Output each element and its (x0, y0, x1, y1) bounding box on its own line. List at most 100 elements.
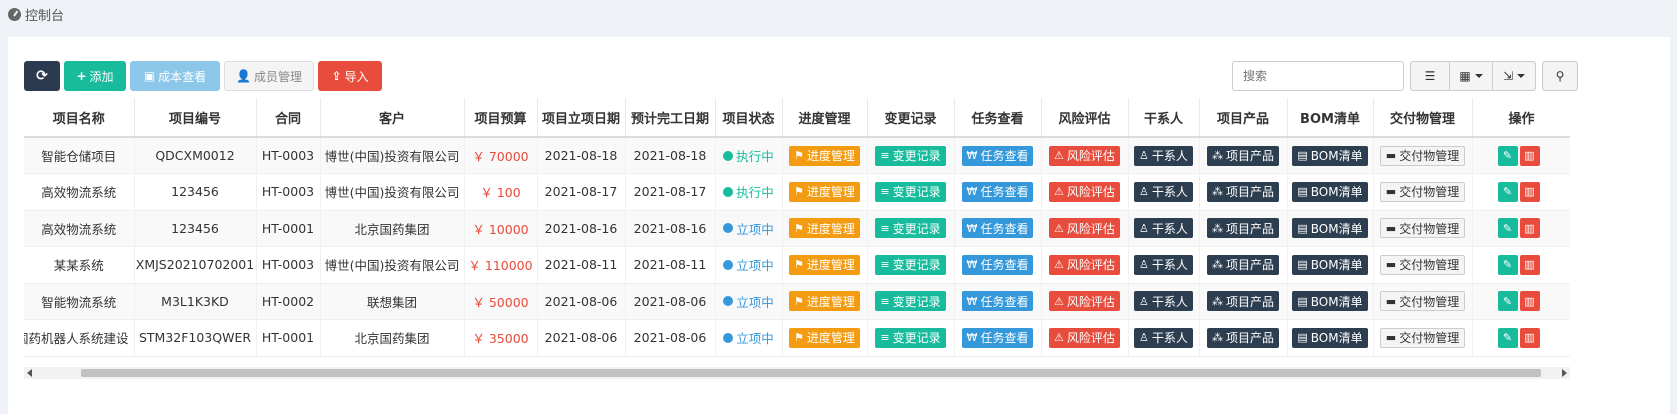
column-header[interactable]: 项目状态 (715, 98, 783, 138)
risk-assess-button[interactable]: ⚠ 风险评估 (1049, 145, 1120, 166)
column-header[interactable]: 项目预算 (464, 98, 538, 138)
risk-assess-button[interactable]: ⚠ 风险评估 (1049, 218, 1120, 239)
column-header[interactable]: 预计完工日期 (625, 98, 716, 138)
project-product-button[interactable]: ⁂ 项目产品 (1206, 218, 1279, 239)
horizontal-scrollbar[interactable] (24, 367, 1570, 379)
delete-button[interactable]: ▥ (1519, 181, 1540, 202)
progress-manage-button[interactable]: ⚑ 进度管理 (789, 181, 860, 202)
delivery-manage-button[interactable]: ▬ 交付物管理 (1379, 218, 1466, 239)
delete-button[interactable]: ▥ (1519, 291, 1540, 312)
column-header[interactable]: 项目立项日期 (537, 98, 626, 138)
member-manage-button[interactable]: 👤 成员管理 (224, 61, 314, 91)
stakeholder-button[interactable]: ♙ 干系人 (1134, 327, 1193, 348)
risk-assess-button[interactable]: ⚠ 风险评估 (1049, 291, 1120, 312)
flag-icon: ⚑ (794, 185, 804, 199)
add-button[interactable]: + 添加 (64, 61, 126, 91)
delete-button[interactable]: ▥ (1519, 218, 1540, 239)
delivery-manage-button[interactable]: ▬ 交付物管理 (1379, 145, 1466, 166)
import-button[interactable]: ⇪ 导入 (318, 61, 382, 91)
refresh-button[interactable]: ⟳ (24, 61, 60, 91)
bom-list-button[interactable]: ▤ BOM清单 (1292, 181, 1368, 202)
project-product-button[interactable]: ⁂ 项目产品 (1206, 327, 1279, 348)
column-header[interactable]: 干系人 (1128, 98, 1200, 138)
column-header[interactable]: BOM清单 (1287, 98, 1374, 138)
change-record-button[interactable]: ≡ 变更记录 (875, 145, 946, 166)
bom-list-button[interactable]: ▤ BOM清单 (1292, 145, 1368, 166)
table-row[interactable]: 国药机器人系统建设 STM32F103QWER HT-0001 北京国药集团 ￥ 350… (24, 319, 1570, 357)
task-view-button[interactable]: ₩ 任务查看 (961, 291, 1034, 312)
progress-manage-button[interactable]: ⚑ 进度管理 (789, 254, 860, 275)
edit-button[interactable]: ✎ (1497, 254, 1518, 275)
change-record-button[interactable]: ≡ 变更记录 (875, 254, 946, 275)
change-record-button[interactable]: ≡ 变更记录 (875, 181, 946, 202)
delivery-manage-button[interactable]: ▬ 交付物管理 (1379, 254, 1466, 275)
task-view-button[interactable]: ₩ 任务查看 (961, 145, 1034, 166)
risk-assess-button[interactable]: ⚠ 风险评估 (1049, 327, 1120, 348)
column-header[interactable]: 交付物管理 (1373, 98, 1473, 138)
risk-assess-button[interactable]: ⚠ 风险评估 (1049, 181, 1120, 202)
task-view-button[interactable]: ₩ 任务查看 (961, 181, 1034, 202)
advanced-search-button[interactable]: ⚲ (1542, 61, 1578, 91)
change-record-button[interactable]: ≡ 变更记录 (875, 291, 946, 312)
bom-list-button[interactable]: ▤ BOM清单 (1292, 254, 1368, 275)
delivery-manage-button[interactable]: ▬ 交付物管理 (1379, 327, 1466, 348)
scrollbar-thumb[interactable] (81, 369, 1541, 377)
stakeholder-button[interactable]: ♙ 干系人 (1134, 145, 1193, 166)
status-dot-icon (723, 332, 734, 343)
edit-button[interactable]: ✎ (1497, 218, 1518, 239)
project-product-button[interactable]: ⁂ 项目产品 (1206, 145, 1279, 166)
scroll-right-icon[interactable] (1562, 369, 1567, 377)
column-header[interactable]: 项目产品 (1199, 98, 1288, 138)
table-row[interactable]: 高效物流系统 123456 HT-0001 北京国药集团 ￥ 10000 2021-08-… (24, 210, 1570, 247)
table-row[interactable]: 高效物流系统 123456 HT-0003 博世(中国)投资有限公司 ￥ 100 2021… (24, 173, 1570, 211)
risk-assess-button[interactable]: ⚠ 风险评估 (1049, 254, 1120, 275)
delivery-manage-button[interactable]: ▬ 交付物管理 (1379, 291, 1466, 312)
scroll-left-icon[interactable] (27, 369, 32, 377)
edit-button[interactable]: ✎ (1497, 291, 1518, 312)
columns-button[interactable]: ▦ (1449, 61, 1493, 91)
column-header[interactable]: 项目编号 (134, 98, 257, 138)
stakeholder-button[interactable]: ♙ 干系人 (1134, 218, 1193, 239)
column-header[interactable]: 风险评估 (1041, 98, 1129, 138)
edit-button[interactable]: ✎ (1497, 181, 1518, 202)
delete-button[interactable]: ▥ (1519, 327, 1540, 348)
task-view-cell: ₩ 任务查看 (954, 319, 1042, 357)
column-header[interactable]: 客户 (320, 98, 465, 138)
progress-manage-button[interactable]: ⚑ 进度管理 (789, 327, 860, 348)
column-header[interactable]: 操作 (1472, 98, 1570, 138)
task-view-button[interactable]: ₩ 任务查看 (961, 254, 1034, 275)
column-header[interactable]: 任务查看 (954, 98, 1042, 138)
change-record-button[interactable]: ≡ 变更记录 (875, 218, 946, 239)
search-input[interactable] (1232, 61, 1404, 91)
column-header[interactable]: 进度管理 (782, 98, 868, 138)
project-product-button[interactable]: ⁂ 项目产品 (1206, 181, 1279, 202)
project-product-button[interactable]: ⁂ 项目产品 (1206, 291, 1279, 312)
delete-button[interactable]: ▥ (1519, 145, 1540, 166)
bom-list-button[interactable]: ▤ BOM清单 (1292, 327, 1368, 348)
progress-manage-button[interactable]: ⚑ 进度管理 (789, 218, 860, 239)
task-view-button[interactable]: ₩ 任务查看 (961, 327, 1034, 348)
export-button[interactable]: ⇲ (1492, 61, 1536, 91)
bom-list-button[interactable]: ▤ BOM清单 (1292, 218, 1368, 239)
column-header[interactable]: 合同 (256, 98, 321, 138)
task-view-button[interactable]: ₩ 任务查看 (961, 218, 1034, 239)
edit-button[interactable]: ✎ (1497, 327, 1518, 348)
bom-list-button[interactable]: ▤ BOM清单 (1292, 291, 1368, 312)
change-record-button[interactable]: ≡ 变更记录 (875, 327, 946, 348)
stakeholder-button[interactable]: ♙ 干系人 (1134, 291, 1193, 312)
cost-view-button[interactable]: ▣ 成本查看 (130, 61, 220, 91)
delete-button[interactable]: ▥ (1519, 254, 1540, 275)
delivery-manage-button[interactable]: ▬ 交付物管理 (1379, 181, 1466, 202)
toggle-view-button[interactable]: ☰ (1410, 61, 1450, 91)
column-header[interactable]: 项目名称 (24, 98, 135, 138)
table-row[interactable]: 智能仓储项目 QDCXM0012 HT-0003 博世(中国)投资有限公司 ￥ 7000… (24, 137, 1570, 174)
project-product-button[interactable]: ⁂ 项目产品 (1206, 254, 1279, 275)
column-header[interactable]: 变更记录 (867, 98, 955, 138)
stakeholder-button[interactable]: ♙ 干系人 (1134, 181, 1193, 202)
progress-manage-button[interactable]: ⚑ 进度管理 (789, 291, 860, 312)
stakeholder-button[interactable]: ♙ 干系人 (1134, 254, 1193, 275)
table-row[interactable]: 某某系统 XMJS20210702001 HT-0003 博世(中国)投资有限公司 ￥ … (24, 246, 1570, 284)
progress-manage-button[interactable]: ⚑ 进度管理 (789, 145, 860, 166)
edit-button[interactable]: ✎ (1497, 145, 1518, 166)
table-row[interactable]: 智能物流系统 M3L1K3KD HT-0002 联想集团 ￥ 50000 2021-08-… (24, 283, 1570, 320)
